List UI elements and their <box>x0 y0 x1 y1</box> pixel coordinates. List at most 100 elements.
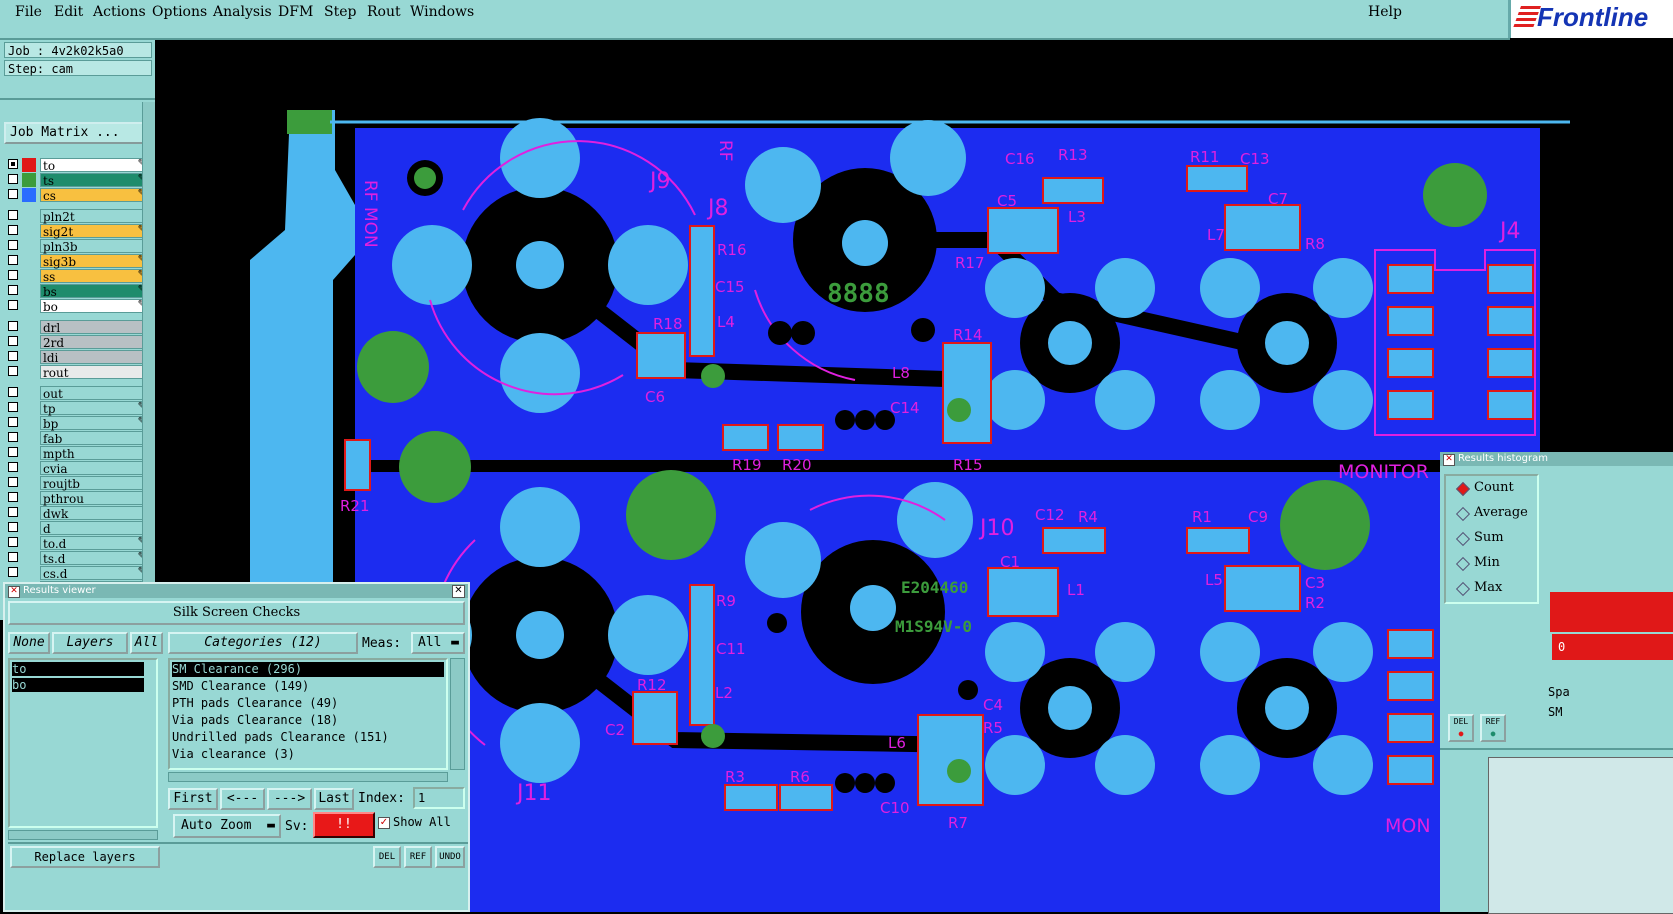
max-radio[interactable] <box>1455 581 1471 597</box>
layer-visibility-checkbox[interactable] <box>8 336 18 346</box>
layer-row-dwk[interactable]: dwk <box>4 506 154 521</box>
categories-tab[interactable]: Categories (12) <box>168 632 358 654</box>
layers-tab[interactable]: Layers <box>52 632 128 654</box>
layer-visibility-checkbox[interactable] <box>8 240 18 250</box>
layer-row-bs[interactable]: bs✎ <box>4 284 154 299</box>
layer-visibility-checkbox[interactable] <box>8 285 18 295</box>
first-button[interactable]: First <box>168 788 218 810</box>
histogram-bar[interactable] <box>1550 592 1673 632</box>
layer-color-swatch[interactable] <box>22 173 36 187</box>
undo-button[interactable]: UNDO <box>435 846 465 868</box>
layer-list-hscroll[interactable] <box>8 830 158 840</box>
layer-name[interactable]: d <box>40 521 152 536</box>
layer-visibility-checkbox[interactable] <box>8 417 18 427</box>
layer-visibility-checkbox[interactable] <box>8 567 18 577</box>
layer-name[interactable]: sig3b <box>40 254 152 269</box>
layer-visibility-checkbox[interactable] <box>8 507 18 517</box>
layer-name[interactable]: rout <box>40 365 152 380</box>
layer-name[interactable]: to.d <box>40 536 152 551</box>
checks-list[interactable]: SM Clearance (296) SMD Clearance (149) P… <box>168 658 448 770</box>
layer-visibility-checkbox[interactable] <box>8 462 18 472</box>
layer-name[interactable]: fab <box>40 431 152 446</box>
layer-visibility-checkbox[interactable] <box>8 225 18 235</box>
layer-row-ss[interactable]: ss✎ <box>4 269 154 284</box>
layers-none-button[interactable]: None <box>8 632 50 654</box>
del-button[interactable]: DEL <box>373 846 401 868</box>
layer-row-to-d[interactable]: to.d✎ <box>4 536 154 551</box>
layer-row-ldi[interactable]: ldi <box>4 350 154 365</box>
layer-visibility-checkbox[interactable] <box>8 477 18 487</box>
menu-windows[interactable]: Windows <box>410 4 474 20</box>
layer-name[interactable]: sig2t <box>40 224 152 239</box>
layer-row-to[interactable]: to✎ <box>4 158 154 173</box>
layer-visibility-checkbox[interactable] <box>8 321 18 331</box>
ref-button[interactable]: REF <box>404 846 432 868</box>
layer-row-mpth[interactable]: mpth <box>4 446 154 461</box>
layer-name[interactable]: bs <box>40 284 152 299</box>
layer-visibility-checkbox[interactable] <box>8 432 18 442</box>
layer-visibility-checkbox[interactable] <box>8 300 18 310</box>
layer-name[interactable]: pln2t <box>40 209 152 224</box>
layer-name[interactable]: pln3b <box>40 239 152 254</box>
layer-row-rout[interactable]: rout <box>4 365 154 380</box>
layer-row-drl[interactable]: drl <box>4 320 154 335</box>
menu-rout[interactable]: Rout <box>367 4 401 20</box>
checks-vscroll[interactable] <box>450 658 465 770</box>
layer-row-ts-d[interactable]: ts.d✎ <box>4 551 154 566</box>
layer-color-swatch[interactable] <box>22 188 36 202</box>
layer-row-pln3b[interactable]: pln3b <box>4 239 154 254</box>
layer-visibility-checkbox[interactable] <box>8 210 18 220</box>
layer-name[interactable]: roujtb <box>40 476 152 491</box>
check-row-via-clearance[interactable]: Via clearance (3) <box>172 747 295 761</box>
histogram-ref-button[interactable]: REF ● <box>1480 714 1506 742</box>
average-radio[interactable] <box>1455 506 1471 522</box>
menu-actions[interactable]: Actions <box>93 4 146 20</box>
layer-name[interactable]: cs <box>40 188 152 203</box>
menu-file[interactable]: File <box>15 4 42 20</box>
job-matrix-button[interactable]: Job Matrix ... <box>4 122 152 144</box>
layer-row-d[interactable]: d <box>4 521 154 536</box>
layer-row-cs-d[interactable]: cs.d✎ <box>4 566 154 581</box>
check-row-smd-clearance[interactable]: SMD Clearance (149) <box>172 679 309 693</box>
close-icon[interactable]: ✕ <box>452 585 465 598</box>
menu-dfm[interactable]: DFM <box>278 4 313 20</box>
menu-analysis[interactable]: Analysis <box>213 4 272 20</box>
layer-row-pthrou[interactable]: pthrou <box>4 491 154 506</box>
check-row-sm-clearance[interactable]: SM Clearance (296) <box>172 662 444 677</box>
menu-step[interactable]: Step <box>324 4 356 20</box>
layer-row-cs[interactable]: cs✎ <box>4 188 154 203</box>
layer-results-list[interactable]: to bo <box>8 658 158 828</box>
layer-row-sig2t[interactable]: sig2t✎ <box>4 224 154 239</box>
layer-visibility-checkbox[interactable] <box>8 552 18 562</box>
layer-visibility-checkbox[interactable] <box>8 159 18 169</box>
histogram-del-button[interactable]: DEL ● <box>1448 714 1474 742</box>
check-row-pth-pads[interactable]: PTH pads Clearance (49) <box>172 696 338 710</box>
show-all-checkbox[interactable]: ✓ <box>378 817 390 829</box>
window-menu-icon[interactable]: ✕ <box>1443 454 1455 466</box>
silk-screen-checks-heading[interactable]: Silk Screen Checks <box>8 601 465 625</box>
menu-help[interactable]: Help <box>1368 4 1402 20</box>
layer-name[interactable]: cvia <box>40 461 152 476</box>
layer-visibility-checkbox[interactable] <box>8 387 18 397</box>
layer-row-cvia[interactable]: cvia <box>4 461 154 476</box>
layer-row-tp[interactable]: tp✎ <box>4 401 154 416</box>
layer-list-scrollbar[interactable] <box>142 102 156 620</box>
count-radio[interactable] <box>1455 481 1471 497</box>
min-radio[interactable] <box>1455 556 1471 572</box>
layer-visibility-checkbox[interactable] <box>8 447 18 457</box>
layer-name[interactable]: bo <box>40 299 152 314</box>
layer-name[interactable]: drl <box>40 320 152 335</box>
layer-row-out[interactable]: out <box>4 386 154 401</box>
last-button[interactable]: Last <box>314 788 354 810</box>
index-input[interactable]: 1 <box>413 787 465 809</box>
results-viewer-titlebar[interactable]: ✕ Results viewer ✕ <box>5 584 468 598</box>
layer-name[interactable]: tp <box>40 401 152 416</box>
sv-select[interactable]: !! <box>313 812 375 838</box>
menu-options[interactable]: Options <box>152 4 207 20</box>
layer-name[interactable]: ts.d <box>40 551 152 566</box>
layer-color-swatch[interactable] <box>22 158 36 172</box>
check-row-via-pads[interactable]: Via pads Clearance (18) <box>172 713 338 727</box>
layer-visibility-checkbox[interactable] <box>8 492 18 502</box>
layer-visibility-checkbox[interactable] <box>8 366 18 376</box>
layer-visibility-checkbox[interactable] <box>8 402 18 412</box>
